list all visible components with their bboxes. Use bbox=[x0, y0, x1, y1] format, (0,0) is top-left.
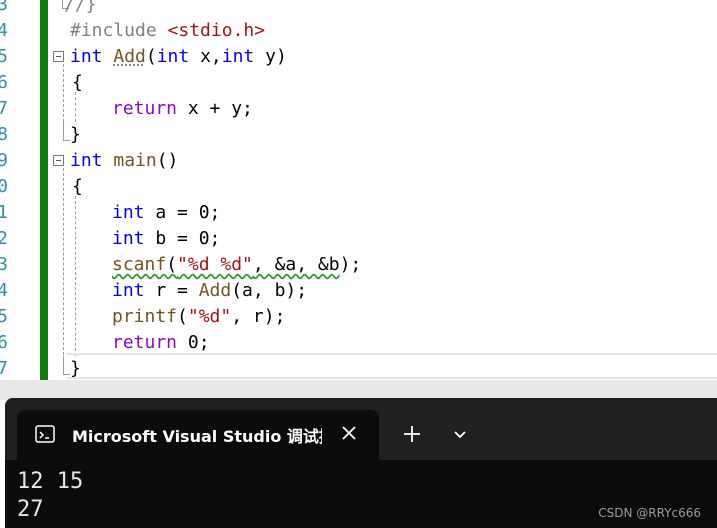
code-line-brace: { bbox=[72, 176, 83, 197]
fold-toggle-add[interactable] bbox=[53, 51, 64, 62]
line-number: 4 bbox=[0, 280, 8, 301]
code-line-scanf: scanf("%d %d", &a, &b); bbox=[112, 252, 361, 278]
line-number: 8 bbox=[0, 124, 8, 145]
fold-bracket bbox=[63, 122, 70, 141]
indent-guide bbox=[75, 92, 76, 122]
paren: ( bbox=[145, 46, 157, 67]
declaration: r = bbox=[144, 280, 199, 301]
indent-guide bbox=[75, 196, 76, 356]
keyword: return bbox=[112, 332, 178, 353]
code-line-brace: } bbox=[70, 124, 81, 145]
line-number: 5 bbox=[0, 306, 8, 327]
change-indicator-bar bbox=[40, 0, 48, 380]
code-line-main-signature: int main() bbox=[70, 148, 178, 174]
code-line-printf: printf("%d", r); bbox=[112, 304, 285, 330]
format-string: "%d" bbox=[187, 306, 232, 327]
paren: ( bbox=[177, 306, 188, 327]
terminal-tab[interactable]: Microsoft Visual Studio 调试控制台 bbox=[17, 410, 379, 460]
keyword: int bbox=[156, 46, 190, 67]
param: y bbox=[254, 46, 276, 67]
arguments: , r); bbox=[231, 306, 286, 327]
terminal-tab-bar: Microsoft Visual Studio 调试控制台 bbox=[5, 398, 717, 460]
line-number: 1 bbox=[0, 202, 8, 223]
current-line-highlight bbox=[66, 353, 717, 379]
line-number: 3 bbox=[0, 0, 8, 15]
code-line-brace: { bbox=[72, 72, 83, 93]
line-number: 4 bbox=[0, 20, 8, 41]
code-comment: //} bbox=[64, 0, 97, 15]
fold-toggle-main[interactable] bbox=[53, 155, 64, 166]
expression: x + y; bbox=[177, 98, 253, 119]
arguments: , &a, &b bbox=[252, 254, 340, 275]
function-name: printf bbox=[112, 306, 178, 327]
code-line-decl-r: int r = Add(a, b); bbox=[112, 278, 307, 304]
line-number: 7 bbox=[0, 98, 8, 119]
debug-console-window[interactable]: Microsoft Visual Studio 调试控制台 12 15 27 CS… bbox=[5, 398, 717, 528]
declaration: a = 0; bbox=[144, 202, 221, 223]
watermark: CSDN @RRYc666 bbox=[598, 506, 701, 520]
function-name: scanf bbox=[112, 254, 167, 275]
function-name: main bbox=[113, 150, 157, 171]
paren: ( bbox=[166, 254, 178, 275]
line-number: 0 bbox=[0, 176, 8, 197]
console-icon bbox=[35, 425, 55, 443]
console-output: 12 15 27 bbox=[17, 468, 83, 524]
code-line-return-main: return 0; bbox=[112, 330, 210, 356]
declaration: b = 0; bbox=[144, 228, 221, 249]
code-line-include: #include <stdio.h> bbox=[70, 18, 265, 44]
line-number: 3 bbox=[0, 254, 8, 275]
scope-guide bbox=[63, 64, 64, 122]
paren: ); bbox=[339, 254, 362, 275]
line-number: 6 bbox=[0, 332, 8, 353]
expression: 0; bbox=[177, 332, 210, 353]
plus-icon[interactable] bbox=[400, 422, 424, 446]
window-gap bbox=[0, 380, 717, 400]
tab-title: Microsoft Visual Studio 调试控制台 bbox=[72, 427, 322, 446]
code-line-return-add: return x + y; bbox=[112, 96, 253, 122]
format-string: "%d %d" bbox=[177, 254, 253, 275]
paren: () bbox=[156, 150, 179, 171]
keyword: int bbox=[112, 228, 145, 249]
code-line-add-signature: int Add(int x,int y) bbox=[70, 44, 287, 70]
chevron-down-icon[interactable] bbox=[448, 422, 472, 446]
keyword: int bbox=[70, 46, 103, 67]
line-number: 7 bbox=[0, 358, 8, 379]
code-line-decl-a: int a = 0; bbox=[112, 200, 220, 226]
include-header: <stdio.h> bbox=[167, 20, 266, 41]
line-number: 5 bbox=[0, 46, 8, 67]
code-line-brace: } bbox=[70, 358, 81, 379]
code-line-decl-b: int b = 0; bbox=[112, 226, 220, 252]
code-editor[interactable]: 3 4 5 6 7 8 9 0 1 2 3 4 5 6 7 //} #inclu… bbox=[0, 0, 717, 380]
close-icon[interactable] bbox=[337, 421, 361, 445]
keyword: int bbox=[112, 280, 145, 301]
include-directive: #include bbox=[70, 20, 168, 41]
output-line: 27 bbox=[17, 497, 44, 522]
line-number: 2 bbox=[0, 228, 8, 249]
keyword: int bbox=[221, 46, 255, 67]
arguments: (a, b); bbox=[231, 280, 308, 301]
keyword: return bbox=[112, 98, 178, 119]
output-line: 12 15 bbox=[17, 469, 84, 494]
keyword: int bbox=[112, 202, 145, 223]
param: x, bbox=[189, 46, 222, 67]
function-name: Add bbox=[113, 46, 146, 67]
paren: ) bbox=[275, 46, 287, 67]
line-number: 6 bbox=[0, 72, 8, 93]
keyword: int bbox=[70, 150, 103, 171]
line-number: 9 bbox=[0, 150, 8, 171]
scope-guide bbox=[63, 168, 64, 360]
function-name: Add bbox=[198, 280, 232, 301]
